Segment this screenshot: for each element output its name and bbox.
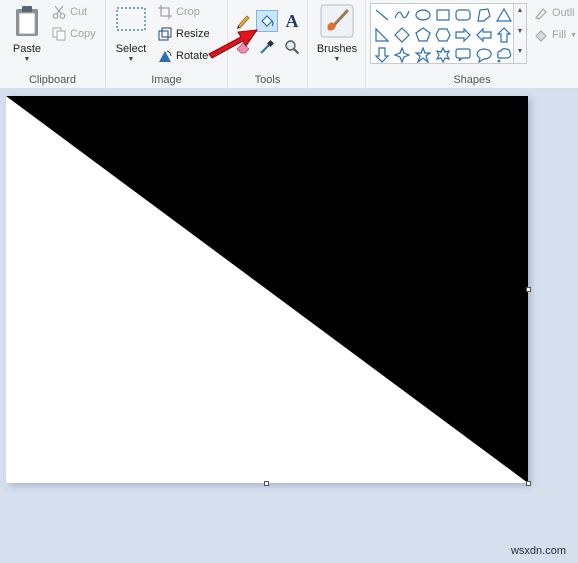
crop-icon [158, 5, 172, 19]
ribbon: Paste ▼ Cut Copy Clipboard Select ▼ Crop… [0, 0, 578, 89]
copy-button[interactable]: Copy [52, 27, 96, 41]
outline-icon [535, 8, 547, 20]
curve-icon [394, 10, 410, 19]
shapes-group-label: Shapes [453, 74, 491, 86]
copy-label: Copy [70, 28, 96, 40]
shape-five-point-star[interactable] [413, 45, 433, 65]
shapes-gallery [370, 3, 514, 64]
shape-pentagon[interactable] [413, 25, 433, 45]
oval-callout-icon [476, 48, 492, 63]
resize-handle-corner[interactable] [526, 481, 531, 486]
text-tool-button[interactable]: A [281, 10, 303, 32]
shape-polygon[interactable] [474, 5, 494, 25]
shape-diamond[interactable] [392, 25, 412, 45]
expand-gallery-icon[interactable]: ▼ [514, 48, 526, 55]
clipboard-icon [16, 6, 38, 36]
shape-rounded-callout[interactable] [453, 45, 473, 65]
triangle-icon [495, 7, 512, 22]
text-icon: A [285, 10, 299, 31]
shape-rectangle[interactable] [433, 5, 453, 25]
annotation-arrow-icon [208, 29, 259, 59]
rotate-button[interactable]: Rotate [158, 49, 208, 63]
shape-line[interactable] [372, 5, 392, 25]
up-arrow-icon [496, 27, 512, 43]
outline-button[interactable]: Outli [534, 6, 575, 20]
selection-rectangle-icon [116, 7, 146, 31]
shape-right-triangle[interactable] [372, 25, 392, 45]
crop-label: Crop [176, 6, 200, 18]
shape-curve[interactable] [392, 5, 412, 25]
magnifier-tool-button[interactable] [281, 36, 303, 58]
fill-label: Fill [552, 29, 567, 41]
resize-button[interactable]: Resize [158, 27, 210, 41]
rounded-callout-icon [455, 48, 471, 62]
shape-hexagon[interactable] [433, 25, 453, 45]
select-label: Select [115, 43, 147, 55]
drawing-canvas[interactable] [6, 96, 528, 483]
copy-icon [52, 27, 66, 41]
rounded-rectangle-icon [455, 9, 471, 21]
paste-label: Paste [12, 43, 42, 55]
clipboard-group-label: Clipboard [28, 74, 77, 86]
rotate-icon [159, 50, 172, 62]
left-arrow-icon [475, 27, 492, 43]
cloud-callout-icon [496, 48, 512, 63]
fill-icon [535, 30, 547, 42]
shape-triangle[interactable] [494, 5, 514, 25]
four-point-star-icon [394, 47, 411, 63]
crop-button[interactable]: Crop [158, 5, 200, 19]
chevron-down-icon[interactable]: ▼ [514, 28, 526, 35]
line-icon [375, 9, 389, 21]
shape-up-arrow[interactable] [494, 25, 514, 45]
shape-four-point-star[interactable] [392, 45, 412, 65]
chevron-down-icon[interactable]: ▼ [570, 32, 577, 39]
outline-label: Outli [552, 7, 575, 19]
scissors-icon [52, 5, 66, 19]
right-arrow-icon [455, 27, 472, 43]
five-point-star-icon [414, 47, 431, 63]
shapes-gallery-scrollbar[interactable]: ▲ ▼ ▼ [514, 3, 527, 64]
oval-icon [414, 9, 431, 21]
fill-button[interactable]: Fill ▼ [534, 28, 577, 42]
chevron-down-icon[interactable]: ▼ [312, 56, 362, 63]
shape-down-arrow[interactable] [372, 45, 392, 65]
brushes-button[interactable]: Brushes ▼ [312, 4, 362, 63]
cut-button[interactable]: Cut [52, 5, 87, 19]
six-point-star-icon [435, 47, 451, 63]
clipboard-group: Paste ▼ Cut Copy Clipboard [0, 0, 106, 89]
hexagon-icon [435, 28, 451, 42]
resize-icon [158, 27, 172, 41]
shape-left-arrow[interactable] [474, 25, 494, 45]
resize-handle-right[interactable] [526, 287, 531, 292]
shape-right-arrow[interactable] [453, 25, 473, 45]
chevron-up-icon[interactable]: ▲ [514, 7, 526, 14]
rectangle-icon [436, 9, 450, 21]
right-triangle-icon [375, 27, 390, 42]
rotate-label: Rotate [176, 50, 209, 62]
diamond-icon [394, 27, 411, 43]
cut-label: Cut [70, 6, 88, 18]
shape-rounded-rectangle[interactable] [453, 5, 473, 25]
chevron-down-icon[interactable]: ▼ [112, 56, 150, 63]
pentagon-icon [414, 27, 431, 42]
canvas-drawing [6, 96, 528, 483]
tools-group-label: Tools [254, 74, 281, 86]
down-arrow-icon [374, 47, 390, 63]
watermark: wsxdn.com [510, 545, 566, 557]
resize-handle-bottom[interactable] [264, 481, 269, 486]
select-button[interactable]: Select ▼ [112, 4, 150, 63]
shape-oval[interactable] [413, 5, 433, 25]
magnifier-icon [285, 40, 300, 55]
shape-six-point-star[interactable] [433, 45, 453, 65]
shape-cloud-callout[interactable] [494, 45, 514, 65]
brushes-label: Brushes [316, 43, 358, 55]
brush-icon [320, 4, 354, 38]
chevron-down-icon[interactable]: ▼ [8, 56, 46, 63]
shape-oval-callout[interactable] [474, 45, 494, 65]
polygon-icon [476, 8, 491, 22]
black-fill-triangle [6, 96, 528, 483]
paste-button[interactable]: Paste ▼ [8, 4, 46, 63]
image-group-label: Image [151, 74, 182, 86]
brushes-group: Brushes ▼ [308, 0, 366, 89]
